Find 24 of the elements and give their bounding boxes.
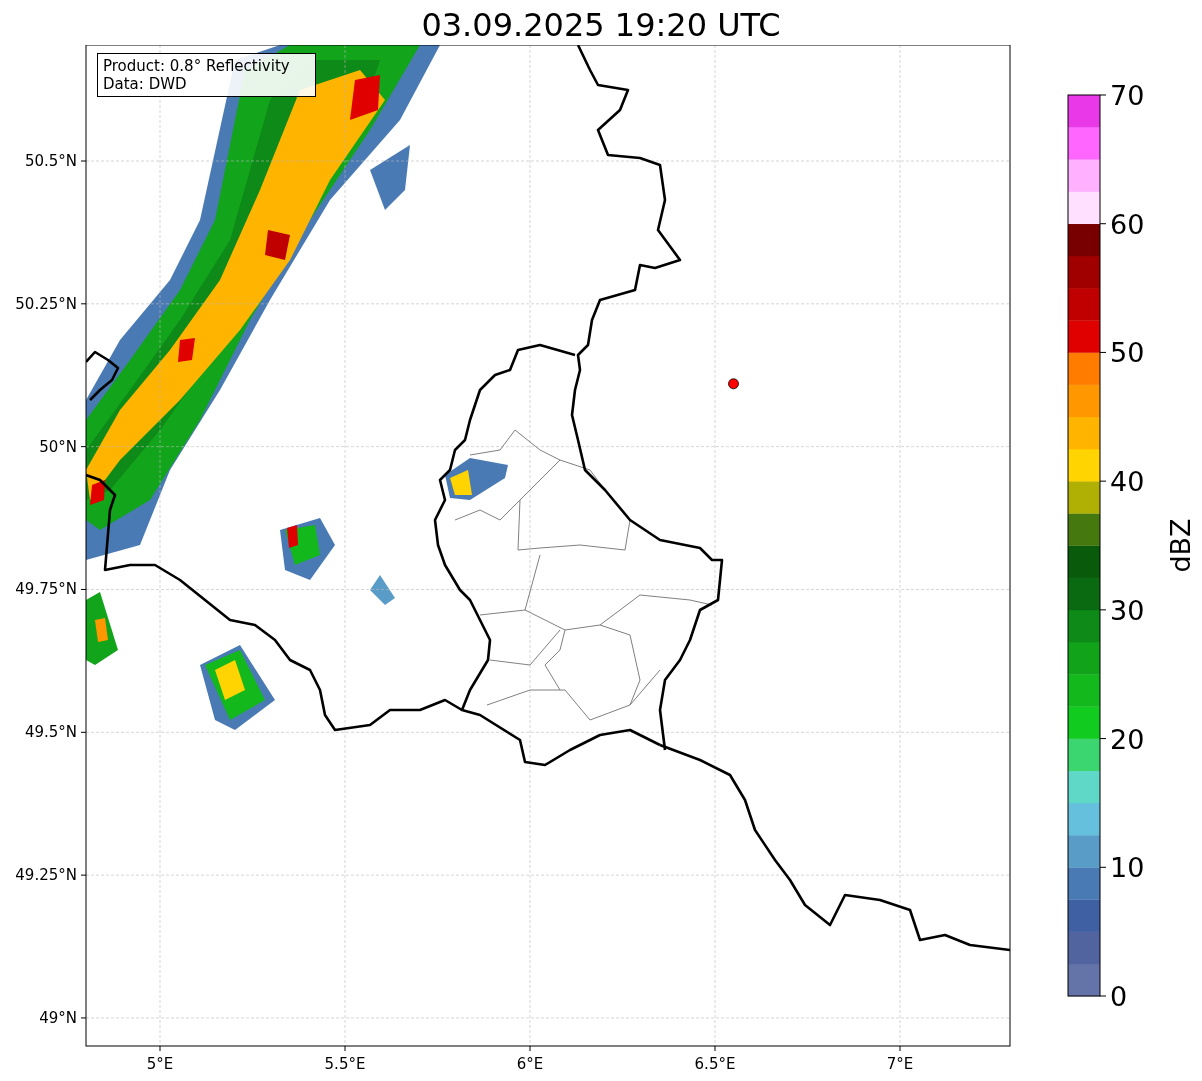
colorbar-tick-label: 60 <box>1110 208 1145 240</box>
longitude-label: 5.5°E <box>324 1055 366 1073</box>
colorbar-tick-label: 30 <box>1110 594 1145 626</box>
latitude-label: 49.75°N <box>15 580 77 599</box>
colorbar-tick-label: 70 <box>1110 80 1145 111</box>
location-marker <box>728 378 739 390</box>
latitude-label: 50.25°N <box>15 294 77 313</box>
colorbar-tick-label: 20 <box>1110 723 1145 755</box>
colorbar-tick-label: 0 <box>1110 981 1128 1012</box>
longitude-label: 6°E <box>516 1055 544 1073</box>
longitude-label: 5°E <box>146 1055 174 1073</box>
colorbar-label: dBZ <box>1165 518 1196 573</box>
latitude-label: 49.5°N <box>24 723 77 742</box>
colorbar-tick-label: 50 <box>1110 337 1145 369</box>
chart-title: 03.09.2025 19:20 UTC <box>421 5 781 45</box>
colorbar-tick-label: 10 <box>1110 852 1145 884</box>
longitude-label: 6.5°E <box>694 1055 736 1073</box>
colorbar-tick-label: 40 <box>1110 466 1145 498</box>
latitude-label: 50.5°N <box>24 152 77 170</box>
latitude-label: 49°N <box>39 1008 77 1027</box>
latitude-label: 49.25°N <box>15 866 77 885</box>
latitude-label: 50°N <box>39 437 77 456</box>
longitude-label: 7°E <box>886 1055 914 1073</box>
info-box: Product: 0.8° Reflectivity Data: DWD <box>97 53 316 97</box>
